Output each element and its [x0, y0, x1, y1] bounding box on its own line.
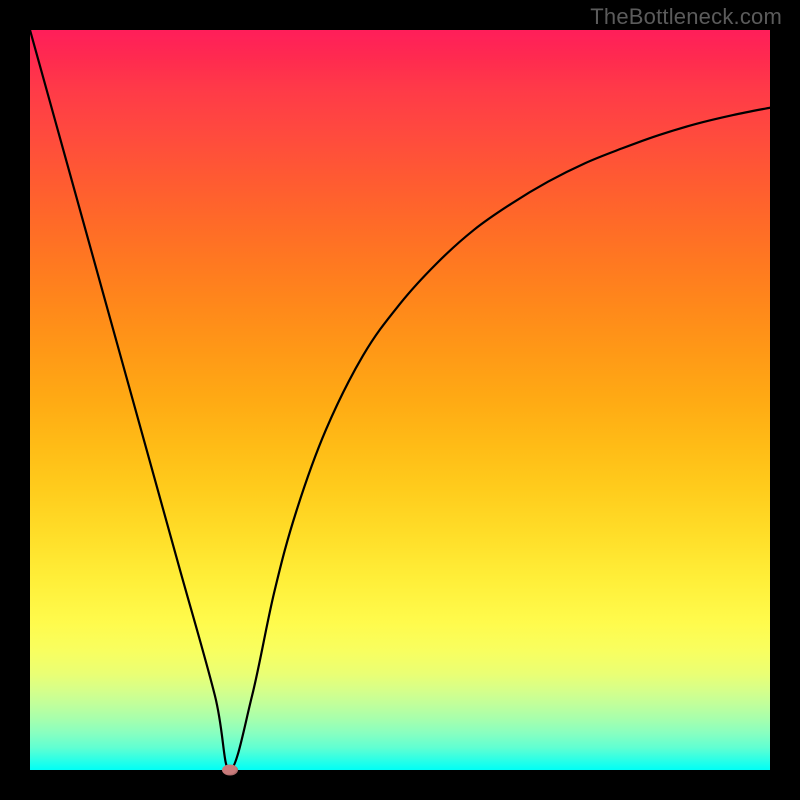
watermark-text: TheBottleneck.com	[590, 4, 782, 30]
chart-plot-area	[30, 30, 770, 770]
chart-curve-svg	[30, 30, 770, 770]
bottleneck-curve-line	[30, 30, 770, 770]
optimal-point-marker	[222, 765, 238, 776]
